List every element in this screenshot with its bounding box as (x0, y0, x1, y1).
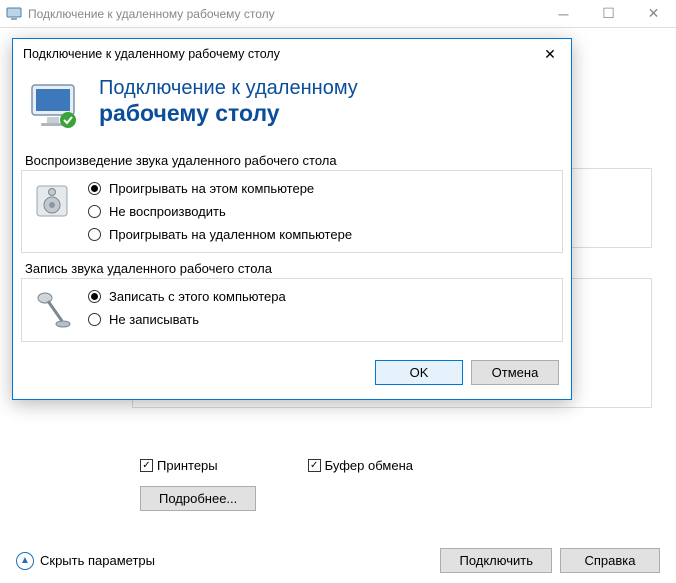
chevron-up-icon: ▲ (16, 552, 34, 570)
banner-line2: рабочему столу (99, 100, 358, 127)
dialog-banner: Подключение к удаленному рабочему столу (13, 69, 571, 151)
audio-settings-dialog: Подключение к удаленному рабочему столу … (12, 38, 572, 400)
radio-icon (88, 205, 101, 218)
parent-titlebar: Подключение к удаленному рабочему столу … (0, 0, 676, 28)
microphone-icon (30, 287, 74, 331)
help-button[interactable]: Справка (560, 548, 660, 573)
record-local-radio[interactable]: Записать с этого компьютера (88, 289, 286, 304)
radio-icon (88, 228, 101, 241)
playback-remote-label: Проигрывать на удаленном компьютере (109, 227, 352, 242)
dialog-titlebar: Подключение к удаленному рабочему столу … (13, 39, 571, 69)
printers-checkbox[interactable]: ✓ Принтеры (140, 458, 218, 473)
audio-playback-group-title: Воспроизведение звука удаленного рабочег… (21, 151, 563, 170)
close-icon[interactable]: ✕ (631, 0, 676, 27)
playback-local-label: Проигрывать на этом компьютере (109, 181, 314, 196)
connect-button[interactable]: Подключить (440, 548, 552, 573)
dialog-footer: OK Отмена (13, 348, 571, 399)
audio-playback-group: Воспроизведение звука удаленного рабочег… (21, 151, 563, 253)
dialog-close-button[interactable]: ✕ (535, 42, 565, 66)
audio-record-group: Запись звука удаленного рабочего стола З… (21, 259, 563, 342)
record-none-radio[interactable]: Не записывать (88, 312, 286, 327)
rdp-app-icon (6, 6, 22, 22)
clipboard-checkbox[interactable]: ✓ Буфер обмена (308, 458, 413, 473)
banner-line1: Подключение к удаленному (99, 77, 358, 100)
record-none-label: Не записывать (109, 312, 199, 327)
playback-none-radio[interactable]: Не воспроизводить (88, 204, 352, 219)
collapse-options-label: Скрыть параметры (40, 553, 155, 568)
radio-icon (88, 313, 101, 326)
monitor-icon (27, 79, 83, 135)
playback-none-label: Не воспроизводить (109, 204, 226, 219)
radio-selected-icon (88, 290, 101, 303)
collapse-options-link[interactable]: ▲ Скрыть параметры (16, 552, 155, 570)
playback-local-radio[interactable]: Проигрывать на этом компьютере (88, 181, 352, 196)
cancel-button[interactable]: Отмена (471, 360, 559, 385)
dialog-title: Подключение к удаленному рабочему столу (23, 47, 535, 61)
checkbox-checked-icon: ✓ (140, 459, 153, 472)
minimize-icon[interactable]: ─ (541, 0, 586, 27)
ok-button[interactable]: OK (375, 360, 463, 385)
speaker-icon (30, 179, 74, 223)
maximize-icon[interactable]: ☐ (586, 0, 631, 27)
checkbox-checked-icon: ✓ (308, 459, 321, 472)
record-local-label: Записать с этого компьютера (109, 289, 286, 304)
more-button[interactable]: Подробнее... (140, 486, 256, 511)
audio-record-group-title: Запись звука удаленного рабочего стола (21, 259, 563, 278)
printers-checkbox-label: Принтеры (157, 458, 218, 473)
parent-window-title: Подключение к удаленному рабочему столу (28, 7, 541, 21)
radio-selected-icon (88, 182, 101, 195)
clipboard-checkbox-label: Буфер обмена (325, 458, 413, 473)
playback-remote-radio[interactable]: Проигрывать на удаленном компьютере (88, 227, 352, 242)
